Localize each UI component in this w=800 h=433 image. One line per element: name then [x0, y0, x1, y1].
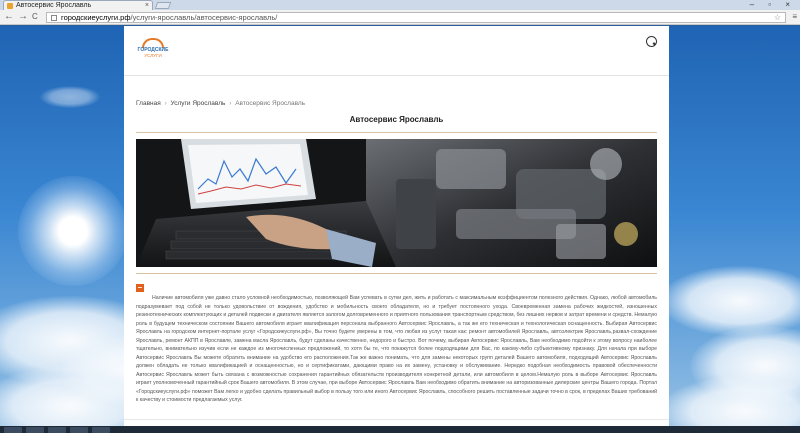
taskbar-item[interactable] — [26, 427, 44, 433]
cloud — [40, 86, 100, 108]
article-body: Наличие автомобиля уже давно стало услов… — [136, 295, 657, 403]
breadcrumb-separator: › — [164, 100, 167, 107]
menu-icon[interactable]: ≡ — [792, 12, 797, 21]
forward-icon[interactable]: → — [18, 11, 28, 23]
breadcrumb: Главная › Услуги Ярославль › Автосервис … — [136, 100, 305, 107]
tab-title: Автосервис Ярославль — [16, 2, 92, 9]
os-taskbar — [0, 426, 800, 433]
site-logo[interactable]: ГОРОДСКИЕ УСЛУГИ — [136, 38, 170, 60]
reload-icon[interactable]: C — [32, 11, 38, 23]
taskbar-item[interactable] — [70, 427, 88, 433]
new-tab-button[interactable] — [154, 2, 172, 9]
url-path: /услуги-ярославль/автосервис-ярославль/ — [130, 13, 278, 22]
breadcrumb-separator: › — [229, 100, 232, 107]
site-header: ГОРОДСКИЕ УСЛУГИ — [124, 26, 669, 76]
taskbar-item[interactable] — [48, 427, 66, 433]
cloud — [660, 266, 800, 336]
breadcrumb-current: Автосервис Ярославль — [235, 100, 306, 107]
breadcrumb-home[interactable]: Главная — [136, 100, 161, 107]
page-panel: ГОРОДСКИЕ УСЛУГИ Главная › Услуги Яросла… — [124, 26, 669, 433]
page-icon — [51, 15, 57, 21]
browser-toolbar: ← → C городскиеуслуги.рф/услуги-ярославл… — [0, 10, 800, 25]
browser-tab[interactable]: Автосервис Ярославль × — [3, 0, 153, 10]
window-controls[interactable]: – ▫ × — [750, 0, 796, 9]
taskbar-item[interactable] — [92, 427, 110, 433]
star-icon[interactable]: ☆ — [774, 13, 781, 22]
favicon-icon — [7, 3, 13, 9]
url-host: городскиеуслуги.рф — [61, 13, 131, 22]
search-icon[interactable] — [646, 36, 657, 47]
sun-glow — [18, 176, 128, 286]
hero-image — [136, 139, 657, 267]
cloud — [660, 376, 800, 433]
title-divider — [136, 132, 657, 133]
footer-divider — [124, 419, 669, 420]
address-bar[interactable]: городскиеуслуги.рф/услуги-ярославль/авто… — [46, 12, 786, 23]
logo-line2: УСЛУГИ — [144, 53, 162, 58]
car-diagnostics-image — [136, 139, 657, 267]
browser-tabstrip: Автосервис Ярославль × – ▫ × — [0, 0, 800, 10]
taskbar-item[interactable] — [4, 427, 22, 433]
content-divider — [136, 273, 657, 274]
breadcrumb-section[interactable]: Услуги Ярославль — [171, 100, 226, 107]
collapse-toggle-button[interactable]: – — [136, 284, 144, 292]
back-icon[interactable]: ← — [4, 11, 14, 23]
page-title: Автосервис Ярославль — [349, 115, 444, 124]
tab-close-icon[interactable]: × — [145, 1, 149, 10]
